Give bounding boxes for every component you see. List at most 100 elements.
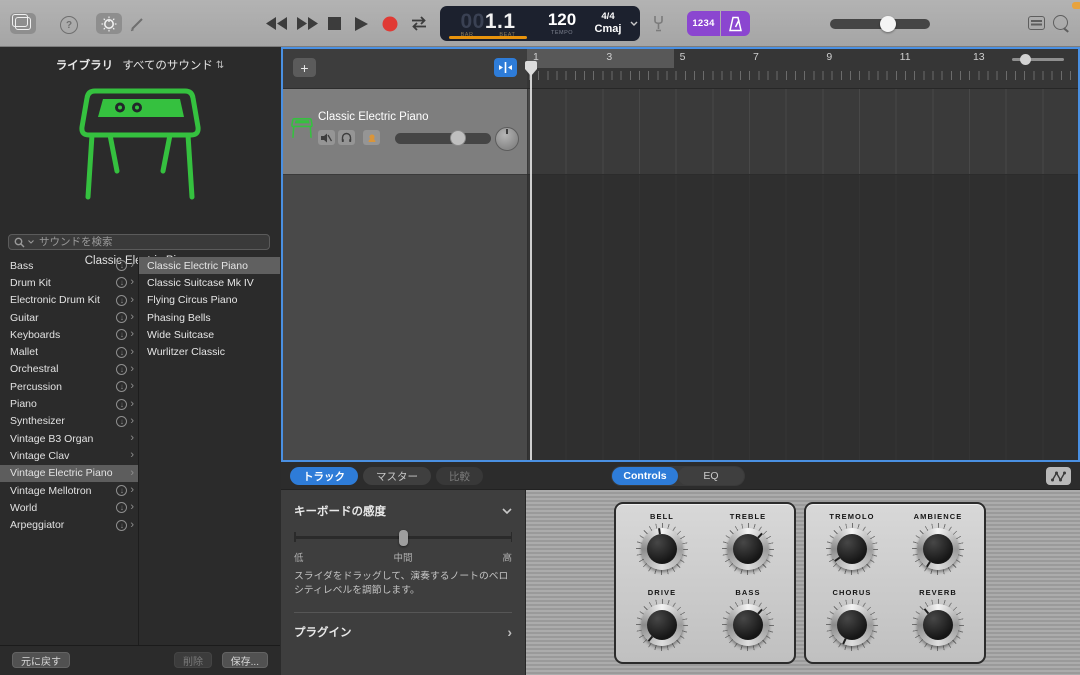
download-icon[interactable]: ↓ (116, 520, 127, 531)
cycle-button[interactable] (409, 16, 429, 31)
save-button[interactable]: 保存... (222, 652, 268, 668)
knob-treble[interactable] (723, 524, 773, 574)
category-row[interactable]: World↓› (0, 499, 138, 516)
category-row[interactable]: Vintage Clav› (0, 447, 138, 464)
category-row[interactable]: Piano↓› (0, 395, 138, 412)
loop-browser-button[interactable] (1052, 14, 1070, 32)
patch-row[interactable]: Classic Suitcase Mk IV (139, 274, 280, 291)
mute-button[interactable] (318, 130, 335, 145)
knob-cell: TREMOLO (812, 512, 892, 574)
empty-lane-area[interactable] (527, 175, 1078, 460)
track-volume-slider[interactable] (395, 133, 491, 144)
category-row[interactable]: Percussion↓› (0, 378, 138, 395)
category-row[interactable]: Vintage B3 Organ› (0, 430, 138, 447)
download-icon[interactable]: ↓ (116, 329, 127, 340)
knob-tremolo[interactable] (827, 524, 877, 574)
download-icon[interactable]: ↓ (116, 277, 127, 288)
download-icon[interactable]: ↓ (116, 416, 127, 427)
category-row[interactable]: Bass↓› (0, 257, 138, 274)
undo-button[interactable]: 元に戻す (12, 652, 70, 668)
ruler[interactable]: 135791113 (527, 49, 1078, 89)
tab-トラック[interactable]: トラック (290, 467, 358, 485)
delete-button[interactable]: 削除 (174, 652, 212, 668)
download-icon[interactable]: ↓ (116, 312, 127, 323)
master-volume-slider[interactable] (830, 19, 930, 29)
metronome-button[interactable] (721, 11, 750, 36)
download-icon[interactable]: ↓ (116, 364, 127, 375)
category-row[interactable]: Vintage Electric Piano› (0, 465, 138, 482)
category-row[interactable]: Arpeggiator↓› (0, 516, 138, 533)
patch-row[interactable]: Wurlitzer Classic (139, 343, 280, 360)
tab-マスター[interactable]: マスター (363, 467, 431, 485)
smart-controls-expand-button[interactable] (1046, 467, 1071, 485)
playhead-pin[interactable] (525, 61, 537, 77)
category-label: Vintage Electric Piano (10, 467, 130, 479)
download-icon[interactable]: ↓ (116, 399, 127, 410)
knob-bass[interactable] (723, 600, 773, 650)
download-icon[interactable]: ↓ (116, 295, 127, 306)
catch-playhead-button[interactable] (494, 58, 517, 77)
rewind-button[interactable] (266, 17, 288, 30)
forward-button[interactable] (297, 17, 319, 30)
lcd-mode-chevron[interactable] (628, 6, 640, 41)
patch-row[interactable]: Wide Suitcase (139, 326, 280, 343)
category-row[interactable]: Orchestral↓› (0, 361, 138, 378)
category-row[interactable]: Vintage Mellotron↓› (0, 482, 138, 499)
download-icon[interactable]: ↓ (116, 485, 127, 496)
playhead-line[interactable] (530, 63, 532, 460)
knob-chorus[interactable] (827, 600, 877, 650)
patch-row[interactable]: Phasing Bells (139, 309, 280, 326)
knob-bell[interactable] (637, 524, 687, 574)
track-pan-knob[interactable] (495, 127, 519, 151)
track-inspector: キーボードの感度 低 中間 高 スライダをドラッグして、演奏するノートのベロシテ… (281, 490, 525, 675)
library-filter-popup[interactable]: すべてのサウンド ⇅ (122, 57, 224, 73)
sensitivity-thumb[interactable] (399, 530, 408, 546)
download-icon[interactable]: ↓ (116, 502, 127, 513)
chevron-right-icon: › (130, 260, 134, 271)
tab-eq[interactable]: EQ (678, 467, 744, 485)
tab-比較[interactable]: 比較 (436, 467, 483, 485)
download-icon[interactable]: ↓ (116, 347, 127, 358)
track-header-row[interactable]: Classic Electric Piano (283, 89, 527, 175)
category-row[interactable]: Keyboards↓› (0, 326, 138, 343)
record-button[interactable] (382, 16, 398, 32)
plugins-row[interactable]: プラグイン › (294, 624, 512, 640)
horizontal-zoom-slider[interactable] (1012, 58, 1064, 61)
track-lane[interactable] (527, 89, 1078, 175)
category-row[interactable]: Electronic Drum Kit↓› (0, 292, 138, 309)
lcd-display[interactable]: 00 1.1 BAR BEAT 120 TEMPO 4/4 Cmaj (440, 6, 640, 41)
knob-ambience[interactable] (913, 524, 963, 574)
editors-button[interactable] (128, 15, 146, 33)
patch-row[interactable]: Classic Electric Piano (139, 257, 280, 274)
solo-button[interactable] (338, 130, 355, 145)
zoom-slider-knob[interactable] (1020, 54, 1031, 65)
play-button[interactable] (355, 17, 368, 31)
library-toggle-button[interactable] (10, 13, 36, 34)
tuner-button[interactable] (652, 15, 665, 32)
download-icon[interactable]: ↓ (116, 260, 127, 271)
sound-search-field[interactable] (8, 234, 270, 250)
chevron-down-icon[interactable] (502, 508, 512, 514)
category-row[interactable]: Mallet↓› (0, 343, 138, 360)
search-input[interactable] (37, 235, 264, 249)
stop-button[interactable] (328, 17, 341, 30)
master-volume-knob[interactable] (880, 16, 896, 32)
media-browser-button[interactable] (1028, 16, 1045, 30)
category-row[interactable]: Synthesizer↓› (0, 413, 138, 430)
category-row[interactable]: Drum Kit↓› (0, 274, 138, 291)
smart-controls-button[interactable] (96, 13, 122, 34)
download-icon[interactable]: ↓ (116, 381, 127, 392)
tab-controls[interactable]: Controls (612, 467, 678, 485)
patch-row[interactable]: Flying Circus Piano (139, 292, 280, 309)
lcd-tempo-section[interactable]: 120 TEMPO (536, 6, 588, 41)
knob-reverb[interactable] (913, 600, 963, 650)
quick-help-button[interactable]: ? (60, 16, 78, 34)
track-volume-knob[interactable] (450, 130, 466, 146)
record-enable-button[interactable] (363, 130, 380, 145)
count-in-button[interactable]: 1234 (687, 11, 720, 36)
add-track-button[interactable]: + (293, 58, 316, 77)
lcd-key-section[interactable]: 4/4 Cmaj (588, 6, 628, 41)
category-row[interactable]: Guitar↓› (0, 309, 138, 326)
knob-drive[interactable] (637, 600, 687, 650)
sensitivity-slider[interactable] (294, 530, 512, 544)
